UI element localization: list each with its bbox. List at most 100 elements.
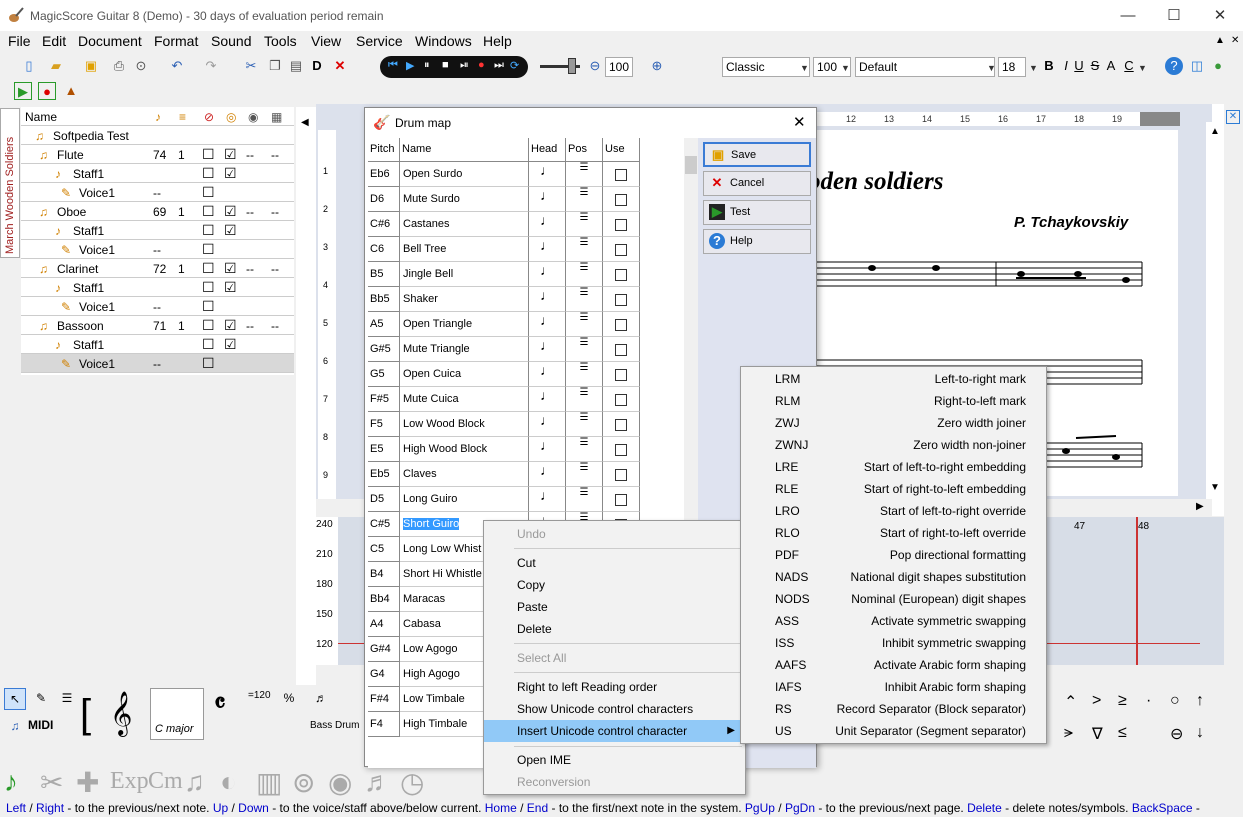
open-folder-icon[interactable]: ▰	[47, 57, 65, 75]
unicode-menu-item[interactable]: IAFS Inhibit Arabic form shaping	[741, 676, 1046, 698]
drum-name[interactable]: High Wood Block	[400, 437, 529, 462]
drum-row[interactable]: Eb6 Open Surdo ♩ ☰	[368, 162, 640, 187]
mute-checkbox[interactable]: ☐	[202, 184, 215, 201]
arrow-down-icon[interactable]: ↓	[1196, 724, 1204, 742]
chevron-up-icon[interactable]: ▲	[1210, 126, 1220, 137]
staff-position-icon[interactable]: ☰	[566, 162, 603, 187]
note-head-icon[interactable]: ♩	[529, 212, 566, 237]
drum-row[interactable]: Bb5 Shaker ♩ ☰	[368, 287, 640, 312]
chevron-down-icon[interactable]: ▼	[1210, 482, 1220, 493]
unicode-menu-item[interactable]: NADS National digit shapes substitution	[741, 566, 1046, 588]
menu-paste[interactable]: Paste	[484, 596, 745, 618]
staff-position-icon[interactable]: ☰	[566, 437, 603, 462]
metronome-icon[interactable]: ▲	[62, 82, 80, 100]
drum-row[interactable]: C6 Bell Tree ♩ ☰	[368, 237, 640, 262]
drum-row[interactable]: Eb5 Claves ♩ ☰	[368, 462, 640, 487]
stop-icon[interactable]: ■	[442, 59, 449, 71]
menu-insert-unicode[interactable]: Insert Unicode control character ▶	[484, 720, 745, 742]
font-select[interactable]: Default	[855, 57, 995, 77]
guitar-mode-icon[interactable]: ⊚	[292, 766, 315, 799]
note-head-icon[interactable]: ♩	[529, 437, 566, 462]
ornament-icon[interactable]: ♫	[184, 766, 205, 798]
use-checkbox[interactable]	[603, 162, 640, 187]
staff-position-icon[interactable]: ☰	[566, 362, 603, 387]
drum-name[interactable]: Castanes	[400, 212, 529, 237]
tools-icon[interactable]: ✂	[40, 766, 63, 799]
note-head-icon[interactable]: ♩	[529, 362, 566, 387]
play-icon[interactable]: ▶	[406, 59, 414, 72]
minimize-button[interactable]: —	[1105, 0, 1151, 31]
pause-icon[interactable]: ⏸	[424, 59, 430, 72]
staff-position-icon[interactable]: ☰	[566, 312, 603, 337]
use-checkbox[interactable]	[603, 362, 640, 387]
note-head-icon[interactable]: ♩	[529, 162, 566, 187]
solo-checkbox[interactable]: ☑	[224, 317, 237, 334]
menu-delete[interactable]: Delete	[484, 618, 745, 640]
use-checkbox[interactable]	[603, 462, 640, 487]
use-checkbox[interactable]	[603, 412, 640, 437]
tempo-label[interactable]: =120	[248, 690, 271, 701]
menu-select-all[interactable]: Select All	[484, 647, 745, 669]
use-checkbox[interactable]	[603, 337, 640, 362]
solo-checkbox[interactable]: ☑	[224, 336, 237, 353]
unicode-menu-item[interactable]: PDF Pop directional formatting	[741, 544, 1046, 566]
solo-checkbox[interactable]: ☑	[224, 203, 237, 220]
drum-name[interactable]: Shaker	[400, 287, 529, 312]
drum-row[interactable]: F5 Low Wood Block ♩ ☰	[368, 412, 640, 437]
tree-row[interactable]: ♪ Staff1 ☐ ☑	[21, 164, 294, 183]
slur-icon[interactable]: ♬	[310, 688, 332, 710]
note-head-icon[interactable]: ♩	[529, 337, 566, 362]
menu-format[interactable]: Format	[154, 33, 198, 49]
chevron-right-icon[interactable]: ▶	[1196, 501, 1204, 512]
treble-clef-icon[interactable]: 𝄞	[110, 690, 136, 740]
chevron-left-icon[interactable]: ◀	[301, 117, 309, 128]
tree-row[interactable]: ♫ Flute 74 1 ☐ ☑ -- --	[21, 145, 294, 164]
menu-reconversion[interactable]: Reconversion	[484, 771, 745, 793]
style-select[interactable]: Classic	[722, 57, 810, 77]
menu-cut[interactable]: Cut	[484, 552, 745, 574]
record-icon[interactable]: ●	[478, 59, 485, 71]
palette-icon[interactable]: ◐	[220, 766, 237, 798]
menu-sound[interactable]: Sound	[211, 33, 251, 49]
unicode-menu-item[interactable]: NODS Nominal (European) digit shapes	[741, 588, 1046, 610]
font-case-button[interactable]: A	[1102, 57, 1120, 75]
note-head-icon[interactable]: ♩	[529, 312, 566, 337]
mute-checkbox[interactable]: ☐	[202, 165, 215, 182]
drum-name[interactable]: Claves	[400, 462, 529, 487]
staff-position-icon[interactable]: ☰	[566, 187, 603, 212]
drum-row[interactable]: G#5 Mute Triangle ♩ ☰	[368, 337, 640, 362]
tenuto-down-icon[interactable]: ≤	[1118, 724, 1127, 742]
volume-thumb[interactable]	[568, 58, 576, 74]
menu-show-unicode[interactable]: Show Unicode control characters	[484, 698, 745, 720]
tree-row[interactable]: ♫ Softpedia Test	[21, 126, 294, 145]
staff-position-icon[interactable]: ☰	[566, 212, 603, 237]
unicode-menu-item[interactable]: US Unit Separator (Segment separator)	[741, 720, 1046, 742]
chevron-down-icon[interactable]: ▼	[1029, 63, 1038, 73]
score-vscrollbar[interactable]: ▲ ▼	[1206, 122, 1224, 500]
use-checkbox[interactable]	[603, 487, 640, 512]
note-head-icon[interactable]: ♩	[529, 287, 566, 312]
fermata-icon[interactable]: ○	[1170, 692, 1180, 710]
close-doc-icon[interactable]: ✕	[1231, 35, 1239, 46]
zoom-input[interactable]: 100	[605, 57, 633, 77]
forward-icon[interactable]: ⏭	[494, 59, 504, 72]
maximize-button[interactable]: ☐	[1151, 0, 1197, 31]
arrow-up-icon[interactable]: ↑	[1196, 692, 1204, 710]
drum-row[interactable]: D5 Long Guiro ♩ ☰	[368, 487, 640, 512]
notes-icon[interactable]: ♫	[4, 716, 26, 738]
drum-row[interactable]: E5 High Wood Block ♩ ☰	[368, 437, 640, 462]
solo-checkbox[interactable]: ☑	[224, 165, 237, 182]
mute-checkbox[interactable]: ☐	[202, 203, 215, 220]
tree-row[interactable]: ✎ Voice1 -- ☐	[21, 183, 294, 202]
drum-row[interactable]: F#5 Mute Cuica ♩ ☰	[368, 387, 640, 412]
unicode-menu-item[interactable]: LRO Start of left-to-right override	[741, 500, 1046, 522]
drum-row[interactable]: B5 Jingle Bell ♩ ☰	[368, 262, 640, 287]
drum-row[interactable]: D6 Mute Surdo ♩ ☰	[368, 187, 640, 212]
tree-row[interactable]: ♪ Staff1 ☐ ☑	[21, 278, 294, 297]
staff-position-icon[interactable]: ☰	[566, 387, 603, 412]
close-score-icon[interactable]: ✕	[1226, 110, 1240, 124]
use-checkbox[interactable]	[603, 312, 640, 337]
redo-icon[interactable]: ↷	[202, 57, 220, 75]
note-head-icon[interactable]: ♩	[529, 412, 566, 437]
note-head-icon[interactable]: ♩	[529, 187, 566, 212]
